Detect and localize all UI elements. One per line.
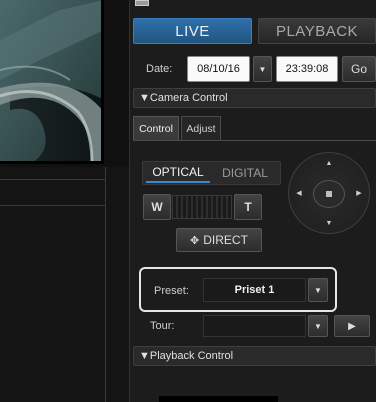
tab-live[interactable]: LIVE: [133, 18, 252, 44]
divider: [0, 179, 106, 180]
direct-label: DIRECT: [203, 233, 248, 247]
play-icon: ▶: [348, 320, 356, 332]
tour-select[interactable]: [203, 315, 306, 337]
pan-right-icon[interactable]: ▶: [352, 186, 366, 200]
ptz-move-icon: ✥: [190, 234, 200, 247]
camera-video-view[interactable]: [0, 0, 104, 164]
optical-zoom-toggle[interactable]: OPTICAL: [146, 163, 210, 183]
date-field[interactable]: 08/10/16: [187, 56, 250, 82]
left-pane-lower: [0, 167, 129, 402]
digital-zoom-toggle[interactable]: DIGITAL: [212, 163, 278, 183]
camera-image: [0, 0, 101, 161]
playback-control-header[interactable]: ▼Playback Control: [133, 346, 376, 366]
zoom-slider[interactable]: [172, 195, 232, 219]
tour-dropdown-button[interactable]: ▼: [308, 315, 328, 337]
tab-playback[interactable]: PLAYBACK: [258, 18, 376, 44]
go-button[interactable]: Go: [342, 56, 376, 82]
divider: [133, 140, 376, 141]
tour-label: Tour:: [150, 320, 175, 332]
pan-up-icon[interactable]: ▲: [322, 156, 336, 170]
tour-play-button[interactable]: ▶: [334, 315, 370, 337]
tab-control[interactable]: Control: [133, 116, 179, 140]
preset-label: Preset:: [154, 285, 189, 297]
bottom-bar: [159, 396, 278, 402]
divider: [105, 167, 106, 402]
zoom-tele-button[interactable]: T: [234, 194, 262, 220]
center-dot-icon: [326, 191, 332, 197]
time-field[interactable]: 23:39:08: [276, 56, 338, 82]
pan-left-icon[interactable]: ◀: [292, 186, 306, 200]
preset-select[interactable]: Priset 1: [203, 278, 306, 302]
preset-dropdown-button[interactable]: ▼: [308, 278, 328, 302]
zoom-wide-button[interactable]: W: [143, 194, 171, 220]
scroll-indicator: [135, 0, 149, 6]
chevron-down-icon: ▼: [314, 321, 322, 331]
camera-control-header[interactable]: ▼Camera Control: [133, 88, 376, 108]
pan-down-icon[interactable]: ▼: [322, 216, 336, 230]
date-dropdown-button[interactable]: ▼: [253, 56, 272, 82]
tab-adjust[interactable]: Adjust: [181, 116, 221, 140]
divider: [0, 205, 106, 206]
direct-button[interactable]: ✥ DIRECT: [176, 228, 262, 252]
chevron-down-icon: ▼: [258, 64, 267, 74]
date-label: Date:: [146, 63, 173, 75]
chevron-down-icon: ▼: [314, 285, 322, 295]
